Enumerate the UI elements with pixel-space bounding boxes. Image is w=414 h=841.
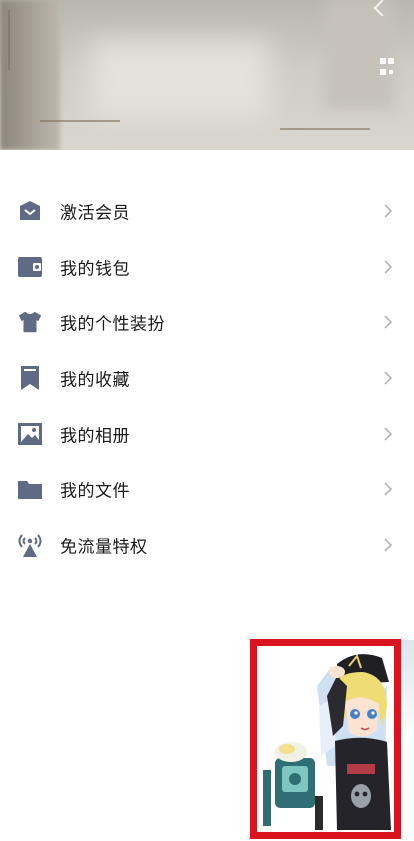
menu-item-label: 我的收藏 (60, 370, 130, 391)
chevron-right-icon (382, 314, 394, 330)
side-menu: 激活会员 我的钱包 我的个性装扮 我的收藏 我的相册 我的文件 免流量特权 (0, 183, 414, 573)
vip-crown-icon (17, 198, 43, 224)
wallet-icon (17, 254, 43, 280)
menu-item-wallet[interactable]: 我的钱包 (0, 239, 414, 295)
folder-icon (17, 476, 43, 502)
menu-item-label: 免流量特权 (60, 537, 148, 558)
menu-item-activate-vip[interactable]: 激活会员 (0, 183, 414, 239)
menu-item-label: 我的钱包 (60, 259, 130, 280)
menu-item-label: 我的相册 (60, 426, 130, 447)
anime-character-illustration (263, 653, 391, 830)
bookmark-icon (17, 365, 43, 391)
menu-item-label: 激活会员 (60, 203, 130, 224)
chevron-right-icon (382, 481, 394, 497)
chevron-right-icon (382, 370, 394, 386)
menu-item-files[interactable]: 我的文件 (0, 461, 414, 517)
chevron-right-icon (382, 259, 394, 275)
chevron-right-icon (382, 537, 394, 553)
menu-item-album[interactable]: 我的相册 (0, 406, 414, 462)
profile-header-background[interactable] (0, 0, 414, 150)
chevron-right-icon (382, 203, 394, 219)
menu-item-favorites[interactable]: 我的收藏 (0, 350, 414, 406)
floating-character-widget[interactable] (250, 639, 401, 839)
menu-item-label: 我的个性装扮 (60, 314, 165, 335)
shirt-icon (17, 309, 43, 335)
signal-tower-icon (17, 532, 43, 558)
character-decoration (401, 640, 414, 730)
qr-code-icon[interactable] (380, 58, 394, 76)
chevron-right-icon (382, 426, 394, 442)
menu-item-free-data[interactable]: 免流量特权 (0, 517, 414, 573)
menu-item-label: 我的文件 (60, 481, 130, 502)
menu-item-personal-dressup[interactable]: 我的个性装扮 (0, 294, 414, 350)
album-icon (17, 421, 43, 447)
